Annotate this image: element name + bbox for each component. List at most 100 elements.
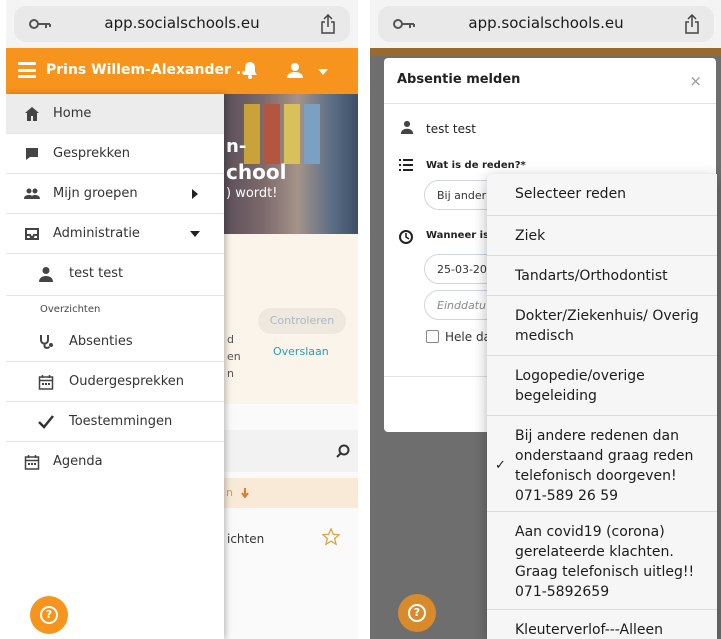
home-icon [25, 107, 39, 121]
menu-item-user[interactable]: test test [6, 254, 224, 296]
left-phone-screen: app.socialschools.eu n- chool ) wordt! C… [6, 0, 358, 639]
menu-label: Oudergesprekken [69, 374, 185, 389]
option-label: Kleuterverlof---Alleen [515, 622, 663, 638]
photo-tile [244, 104, 260, 164]
option-label: Tandarts/Orthodontist [515, 268, 668, 284]
school-name[interactable]: Prins Willem-Alexander ... [46, 62, 252, 78]
star-icon[interactable] [322, 528, 340, 546]
menu-label: Gesprekken [53, 146, 130, 161]
when-label: Wanneer is [426, 230, 490, 241]
hero-text-line2: chool [226, 160, 287, 184]
help-button[interactable]: ? [30, 596, 68, 634]
help-button[interactable]: ? [398, 594, 436, 632]
whole-day-label: Hele da [445, 330, 491, 344]
bg-fragment-d: d [227, 333, 234, 346]
menu-label: Mijn groepen [53, 186, 138, 201]
chevron-down-icon[interactable] [190, 231, 200, 237]
calendar-icon [38, 375, 54, 390]
overslaan-link[interactable]: Overslaan [273, 345, 329, 358]
url-text: app.socialschools.eu [104, 14, 260, 32]
menu-item-agenda[interactable]: Agenda [6, 442, 224, 482]
reason-dropdown[interactable]: Selecteer reden Ziek Tandarts/Orthodonti… [487, 174, 717, 639]
menu-item-toestemmingen[interactable]: Toestemmingen [6, 402, 224, 442]
menu-item-gesprekken[interactable]: Gesprekken [6, 134, 224, 174]
browser-url-bar[interactable]: app.socialschools.eu [370, 0, 721, 48]
url-pill[interactable]: app.socialschools.eu [14, 6, 350, 42]
share-icon[interactable] [684, 14, 700, 34]
section-overzichten: Overzichten [40, 304, 101, 315]
menu-item-mijn-groepen[interactable]: Mijn groepen [6, 174, 224, 214]
filter-text: n [226, 486, 233, 499]
option-label: Bij andere redenen dan onderstaand graag… [515, 428, 694, 504]
dropdown-option[interactable]: Selecteer reden [487, 174, 717, 216]
dropdown-option[interactable]: Ziek [487, 216, 717, 256]
app-header: Prins Willem-Alexander ... [6, 48, 358, 94]
clock-icon [399, 230, 413, 244]
dropdown-option[interactable]: Logopedie/overige begeleiding [487, 356, 717, 416]
controleren-button[interactable]: Controleren [258, 308, 346, 334]
photo-tile [264, 104, 280, 164]
side-drawer: Home Gesprekken Mijn groepen Administrat… [6, 94, 224, 639]
menu-label: Home [53, 106, 92, 121]
checkmark-icon [38, 415, 54, 429]
photo-tile [284, 104, 300, 164]
search-icon[interactable] [336, 444, 350, 458]
calendar-icon [24, 455, 40, 470]
bg-fragment-n: n [227, 367, 234, 380]
modal-user-name: test test [426, 122, 476, 136]
dropdown-option-selected[interactable]: ✓ Bij andere redenen dan onderstaand graa… [487, 416, 717, 512]
dropdown-option[interactable]: Dokter/Ziekenhuis/ Overig medisch [487, 296, 717, 356]
start-date-value: 25-03-20 [437, 263, 487, 276]
feed-item-title: ichten [227, 532, 265, 546]
group-icon [24, 188, 40, 199]
filter-bar[interactable]: n [224, 478, 358, 508]
menu-label: Agenda [53, 454, 103, 469]
user-icon [39, 267, 53, 282]
close-button[interactable]: × [689, 72, 702, 90]
modal-title: Absentie melden [397, 72, 521, 87]
bell-icon[interactable] [240, 60, 260, 80]
reason-label: Wat is de reden?* [426, 160, 526, 171]
hero-text-line1: n- [226, 136, 247, 157]
menu-label: Administratie [53, 226, 140, 241]
option-label: Ziek [515, 228, 546, 244]
user-icon[interactable] [286, 62, 304, 78]
reason-value: Bij ander [437, 189, 487, 202]
search-bar[interactable] [224, 430, 358, 472]
browser-url-bar[interactable]: app.socialschools.eu [6, 0, 358, 48]
chat-bubble-icon [26, 148, 38, 160]
option-label: Aan covid19 (corona) gerelateerde klacht… [515, 524, 695, 600]
option-label: Dokter/Ziekenhuis/ Overig medisch [515, 308, 699, 344]
option-label: Logopedie/overige begeleiding [515, 368, 645, 404]
arrow-down-icon [241, 488, 249, 498]
dropdown-option[interactable]: Kleuterverlof---Alleen [487, 610, 717, 639]
list-icon [399, 159, 413, 171]
header-dimmed [370, 48, 721, 56]
hero-text-line3: ) wordt! [226, 186, 278, 201]
menu-label: test test [69, 266, 124, 281]
dropdown-option[interactable]: Aan covid19 (corona) gerelateerde klacht… [487, 512, 717, 610]
end-date-placeholder: Einddatu [437, 299, 486, 312]
question-icon: ? [40, 606, 58, 624]
menu-item-absenties[interactable]: Absenties [6, 322, 224, 362]
menu-label: Toestemmingen [69, 414, 173, 429]
checkmark-icon: ✓ [495, 458, 506, 473]
dropdown-option[interactable]: Tandarts/Orthodontist [487, 256, 717, 296]
url-pill[interactable]: app.socialschools.eu [378, 6, 714, 42]
right-phone-screen: app.socialschools.eu Absentie melden × t… [370, 0, 721, 639]
chevron-right-icon[interactable] [192, 189, 198, 199]
stethoscope-icon [40, 335, 53, 349]
menu-item-home[interactable]: Home [6, 94, 224, 134]
whole-day-checkbox[interactable] [426, 330, 439, 343]
share-icon[interactable] [320, 14, 336, 34]
menu-item-administratie[interactable]: Administratie [6, 214, 224, 254]
menu-item-oudergesprekken[interactable]: Oudergesprekken [6, 362, 224, 402]
option-label: Selecteer reden [515, 186, 627, 202]
user-icon [400, 120, 414, 134]
modal-header: Absentie melden × [384, 58, 716, 104]
bg-fragment-en: en [227, 350, 241, 363]
photo-tile [304, 104, 320, 164]
url-text: app.socialschools.eu [468, 14, 624, 32]
hamburger-icon[interactable] [18, 62, 36, 78]
chevron-down-icon[interactable] [318, 69, 328, 75]
